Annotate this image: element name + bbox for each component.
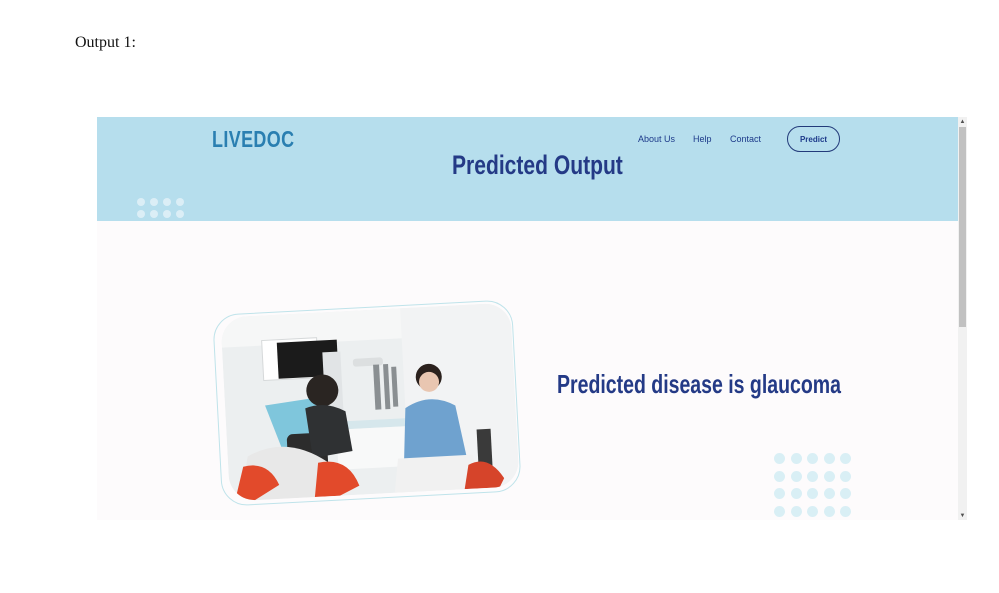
browser-viewport: LIVEDOC About Us Help Contact Predict Pr… (97, 117, 967, 520)
predict-button[interactable]: Predict (787, 126, 840, 152)
hero-header: LIVEDOC About Us Help Contact Predict Pr… (97, 117, 958, 221)
output-caption: Output 1: (75, 34, 136, 51)
vertical-scrollbar[interactable]: ▲ ▼ (958, 117, 967, 520)
nav-contact[interactable]: Contact (730, 134, 761, 144)
hero-dot-pattern (137, 198, 189, 222)
nav-about-us[interactable]: About Us (638, 134, 675, 144)
nav-help[interactable]: Help (693, 134, 712, 144)
dentist-patient-photo (220, 302, 520, 502)
scroll-up-arrow-icon[interactable]: ▲ (958, 117, 967, 126)
scroll-down-arrow-icon[interactable]: ▼ (958, 511, 967, 520)
decorative-dot-grid (774, 453, 857, 520)
prediction-result: Predicted disease is glaucoma (557, 369, 841, 399)
scrollbar-thumb[interactable] (959, 127, 966, 327)
page-title: Predicted Output (452, 150, 623, 180)
brand-logo[interactable]: LIVEDOC (212, 126, 294, 153)
